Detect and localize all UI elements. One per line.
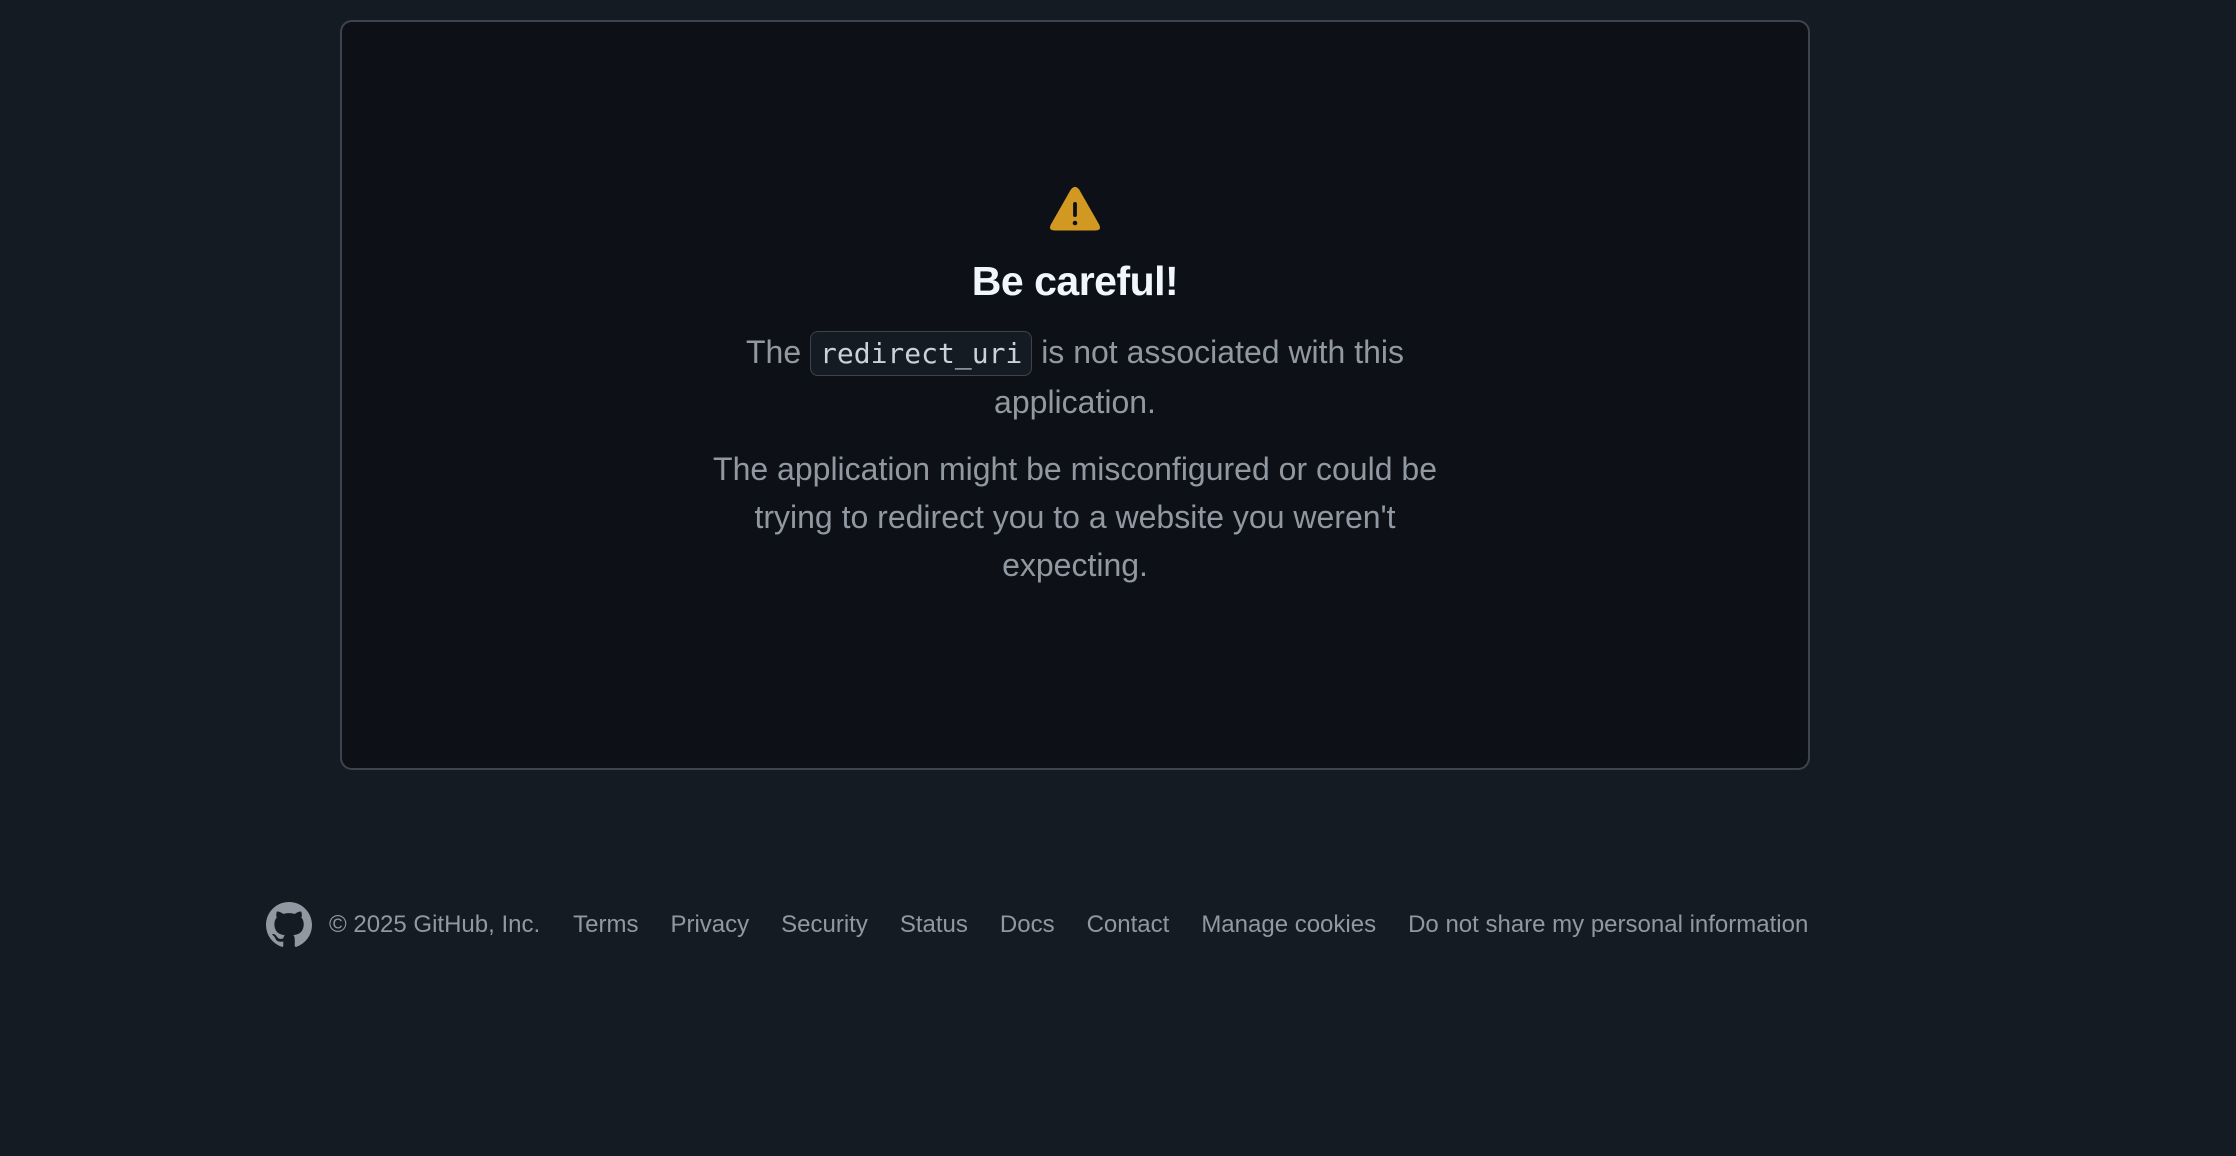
footer-link-contact[interactable]: Contact (1087, 911, 1170, 939)
page-title: Be careful! (971, 258, 1179, 304)
message-prefix: The (745, 334, 802, 370)
alert-card: Be careful! The redirect_uri is not asso… (340, 20, 1810, 770)
footer-link-docs[interactable]: Docs (1000, 911, 1055, 939)
redirect-uri-code: redirect_uri (810, 331, 1033, 376)
redirect-warning-message: The redirect_uri is not associated with … (695, 328, 1455, 426)
footer-link-privacy[interactable]: Privacy (670, 911, 749, 939)
copyright-text: © 2025 GitHub, Inc. (329, 911, 541, 938)
footer-link-manage-cookies[interactable]: Manage cookies (1201, 911, 1376, 939)
footer-link-security[interactable]: Security (781, 911, 868, 939)
footer-link-terms[interactable]: Terms (573, 911, 638, 939)
footer-link-status[interactable]: Status (900, 911, 968, 939)
alert-content: Be careful! The redirect_uri is not asso… (342, 185, 1808, 589)
alert-triangle-icon (1049, 186, 1101, 231)
footer: © 2025 GitHub, Inc. Terms Privacy Securi… (266, 902, 1808, 948)
github-mark-icon[interactable] (266, 902, 312, 948)
message-suffix: is not associated with this application. (994, 334, 1405, 420)
misconfiguration-message: The application might be misconfigured o… (713, 451, 1437, 583)
footer-link-do-not-share[interactable]: Do not share my personal information (1408, 911, 1808, 939)
